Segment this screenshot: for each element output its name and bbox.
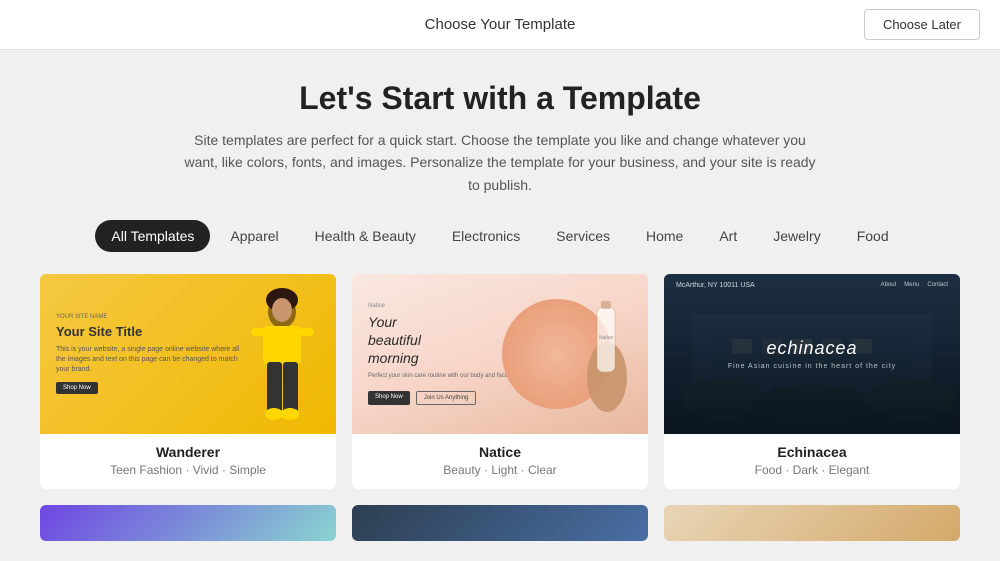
hero-subtitle: Site templates are perfect for a quick s… (180, 129, 820, 196)
thumbnail-bottom-2 (352, 505, 648, 541)
natice-btn2: Join Us Anything (416, 391, 477, 405)
template-grid: YOUR SITE NAME Your Site Title This is y… (40, 274, 960, 489)
wanderer-site-btn: Shop Now (56, 382, 98, 394)
echinacea-nav-menu: Menu (904, 282, 919, 289)
thumbnail-bottom-1 (40, 505, 336, 541)
category-tabs: All Templates Apparel Health & Beauty El… (40, 220, 960, 252)
echinacea-sub-text: Fine Asian cuisine in the heart of the c… (728, 363, 896, 370)
template-card-bottom-2[interactable] (352, 505, 648, 541)
echinacea-navbar: McArthur, NY 10011 USA About Menu Contac… (664, 282, 960, 289)
template-card-echinacea[interactable]: McArthur, NY 10011 USA About Menu Contac… (664, 274, 960, 489)
natice-btn1: Shop Now (368, 391, 410, 405)
template-card-bottom-1[interactable] (40, 505, 336, 541)
tab-jewelry[interactable]: Jewelry (757, 220, 836, 252)
echinacea-name: Echinacea (676, 444, 948, 460)
template-card-bottom-3[interactable] (664, 505, 960, 541)
main-content: Let's Start with a Template Site templat… (0, 50, 1000, 561)
tab-all-templates[interactable]: All Templates (95, 220, 210, 252)
svg-text:Natice: Natice (599, 335, 613, 341)
tab-art[interactable]: Art (703, 220, 753, 252)
template-card-natice[interactable]: Natice Yourbeautifulmorning Perfect your… (352, 274, 648, 489)
wanderer-name: Wanderer (52, 444, 324, 460)
tab-services[interactable]: Services (540, 220, 626, 252)
template-grid-bottom (40, 505, 960, 541)
thumbnail-bottom-3 (664, 505, 960, 541)
thumbnail-natice: Natice Yourbeautifulmorning Perfect your… (352, 274, 648, 434)
tab-food[interactable]: Food (841, 220, 905, 252)
thumbnail-wanderer: YOUR SITE NAME Your Site Title This is y… (40, 274, 336, 434)
tab-home[interactable]: Home (630, 220, 699, 252)
echinacea-tags: Food · Dark · Elegant (676, 463, 948, 477)
tab-apparel[interactable]: Apparel (214, 220, 294, 252)
tab-electronics[interactable]: Electronics (436, 220, 536, 252)
wanderer-info: Wanderer Teen Fashion · Vivid · Simple (40, 434, 336, 489)
natice-info: Natice Beauty · Light · Clear (352, 434, 648, 489)
echinacea-logo-text: echinacea Fine Asian cuisine in the hear… (728, 338, 896, 370)
wanderer-site-title: Your Site Title (56, 324, 245, 339)
echinacea-nav-logo: McArthur, NY 10011 USA (676, 282, 755, 289)
tab-health-beauty[interactable]: Health & Beauty (299, 220, 432, 252)
wanderer-tags: Teen Fashion · Vivid · Simple (52, 463, 324, 477)
echinacea-nav-about: About (881, 282, 897, 289)
echinacea-nav-contact: Contact (927, 282, 948, 289)
wanderer-model-icon (245, 282, 320, 427)
natice-tags: Beauty · Light · Clear (364, 463, 636, 477)
hero-title: Let's Start with a Template (40, 80, 960, 117)
template-card-wanderer[interactable]: YOUR SITE NAME Your Site Title This is y… (40, 274, 336, 489)
natice-bottle-icon: Natice (577, 287, 632, 417)
natice-name: Natice (364, 444, 636, 460)
top-nav: Choose Your Template Choose Later (0, 0, 1000, 50)
choose-later-button[interactable]: Choose Later (864, 9, 980, 40)
thumbnail-echinacea: McArthur, NY 10011 USA About Menu Contac… (664, 274, 960, 434)
echinacea-info: Echinacea Food · Dark · Elegant (664, 434, 960, 489)
wanderer-site-desc: This is your website, a single page onli… (56, 345, 245, 374)
page-title: Choose Your Template (425, 16, 576, 33)
